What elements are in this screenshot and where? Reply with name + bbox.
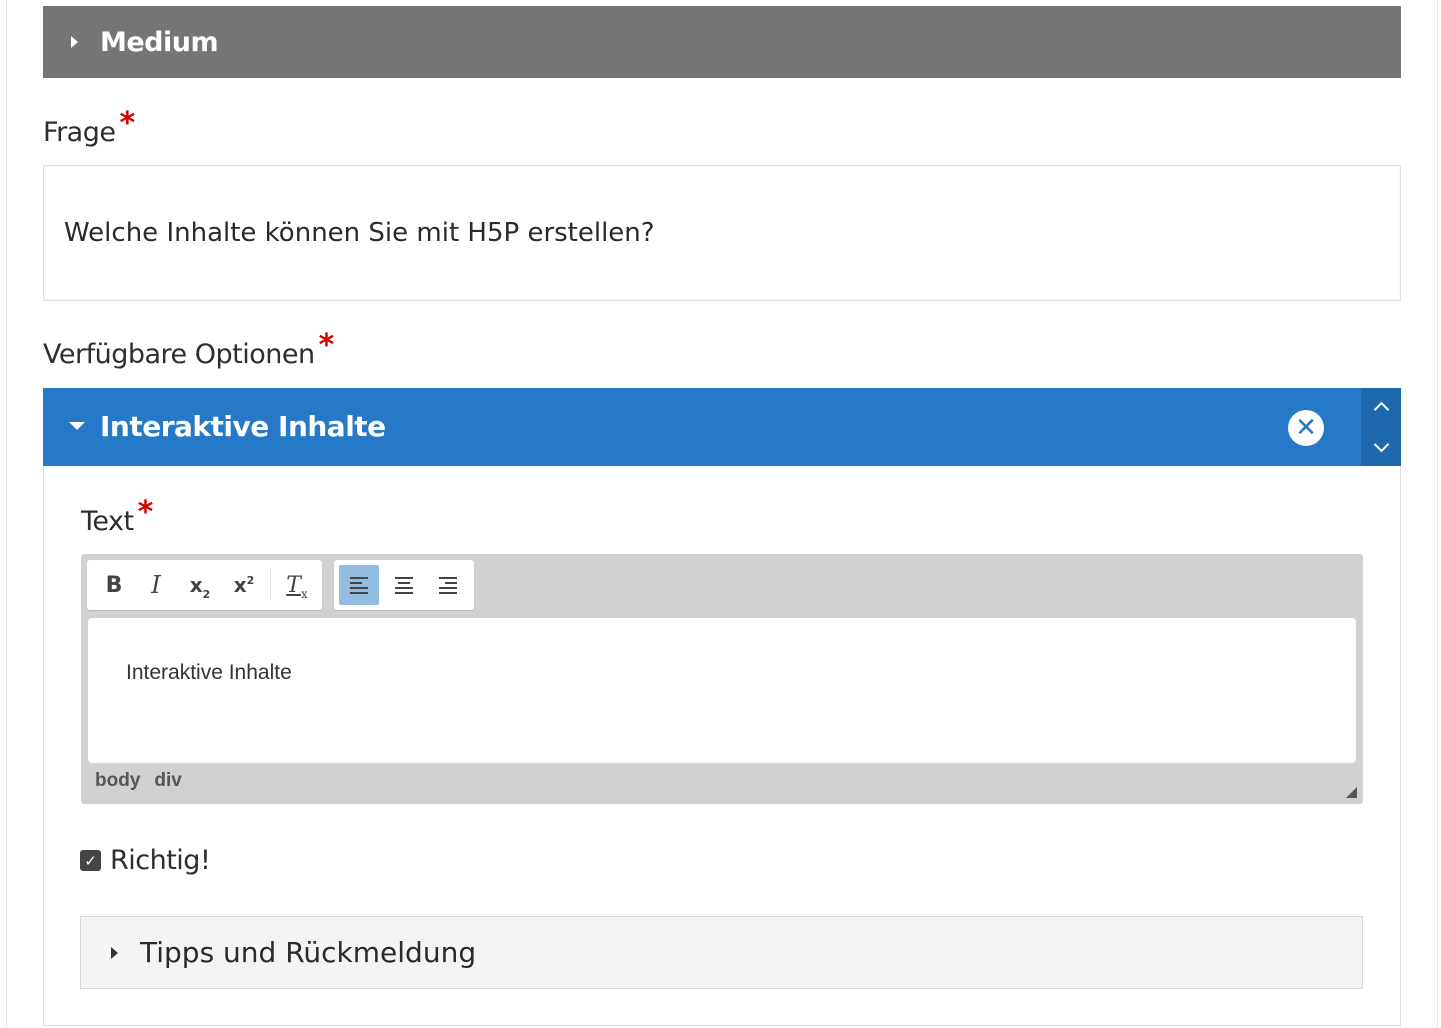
editor-content-area[interactable]: Interaktive Inhalte <box>88 618 1356 763</box>
frage-label: Frage <box>43 117 116 148</box>
required-mark: * <box>318 328 335 363</box>
order-buttons <box>1361 388 1401 466</box>
superscript-icon: x2 <box>233 573 255 597</box>
medium-group-header[interactable]: Medium <box>43 6 1401 78</box>
medium-group-label: Medium <box>100 26 219 58</box>
toolbar-separator <box>270 570 271 600</box>
remove-option-button[interactable]: ✕ <box>1288 410 1324 446</box>
required-mark: * <box>119 106 135 141</box>
frage-label-wrap: Frage * <box>43 106 135 149</box>
chevron-down-icon <box>1373 436 1389 453</box>
italic-icon: I <box>151 571 161 599</box>
frage-input-value: Welche Inhalte können Sie mit H5P erstel… <box>64 218 655 248</box>
align-center-button[interactable] <box>384 565 424 605</box>
required-mark: * <box>137 495 154 530</box>
frage-input[interactable]: Welche Inhalte können Sie mit H5P erstel… <box>43 165 1401 301</box>
caret-right-icon <box>71 36 78 48</box>
italic-button[interactable]: I <box>136 565 176 605</box>
caret-down-icon <box>69 422 85 430</box>
path-item-body[interactable]: body <box>95 770 140 791</box>
text-label-wrap: Text * <box>81 495 153 538</box>
bold-icon: B <box>105 572 123 598</box>
align-toolbar-group <box>334 560 474 610</box>
editor-content-text: Interaktive Inhalte <box>126 661 292 684</box>
path-item-div[interactable]: div <box>154 770 181 791</box>
checkmark-icon: ✓ <box>84 851 97 870</box>
align-center-icon <box>395 576 413 594</box>
align-right-button[interactable] <box>428 565 468 605</box>
remove-format-icon: Tx <box>286 572 308 601</box>
rich-text-editor: B I x2 x2 Tx Interaktive Inhalte body di… <box>81 554 1363 804</box>
chevron-up-icon <box>1373 401 1389 418</box>
options-label-wrap: Verfügbare Optionen * <box>43 328 334 371</box>
option-group-header[interactable]: Interaktive Inhalte ✕ <box>43 388 1401 466</box>
frame-border-right <box>1437 0 1438 1028</box>
correct-checkbox-row[interactable]: ✓ Richtig! <box>80 845 211 876</box>
remove-format-button[interactable]: Tx <box>277 565 317 605</box>
align-left-button[interactable] <box>339 565 379 605</box>
tips-feedback-label: Tipps und Rückmeldung <box>140 936 477 969</box>
option-group-title: Interaktive Inhalte <box>100 410 386 443</box>
bold-button[interactable]: B <box>94 565 134 605</box>
align-right-icon <box>439 576 457 594</box>
close-circle-icon: ✕ <box>1295 413 1317 443</box>
subscript-button[interactable]: x2 <box>180 565 220 605</box>
resize-grip-icon[interactable] <box>1346 787 1357 798</box>
move-down-button[interactable] <box>1361 427 1401 466</box>
format-toolbar-group: B I x2 x2 Tx <box>87 560 322 610</box>
tips-feedback-group-header[interactable]: Tipps und Rückmeldung <box>80 916 1363 989</box>
correct-checkbox[interactable]: ✓ <box>80 850 101 871</box>
frame-border-left <box>6 0 7 1028</box>
text-label: Text <box>81 506 134 537</box>
caret-right-icon <box>111 946 118 959</box>
superscript-button[interactable]: x2 <box>224 565 264 605</box>
options-label: Verfügbare Optionen <box>43 339 315 370</box>
element-path-bar: body div <box>95 770 196 792</box>
move-up-button[interactable] <box>1361 388 1401 427</box>
align-left-icon <box>350 576 368 594</box>
subscript-icon: x2 <box>189 573 211 601</box>
correct-checkbox-label: Richtig! <box>110 845 211 876</box>
